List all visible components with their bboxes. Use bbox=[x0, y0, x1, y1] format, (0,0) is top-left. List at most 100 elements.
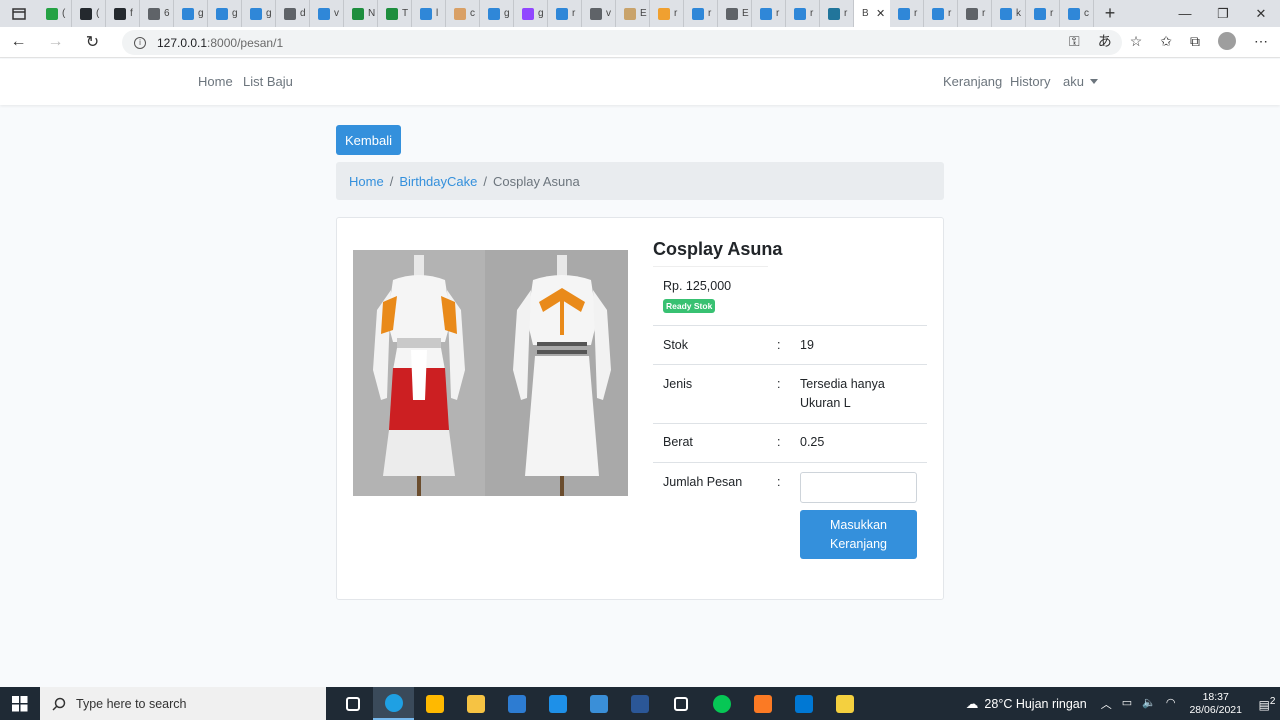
browser-tab[interactable]: r bbox=[684, 0, 718, 27]
browser-tab[interactable]: g bbox=[480, 0, 514, 27]
browser-tab[interactable]: E bbox=[616, 0, 650, 27]
close-tab-icon[interactable]: ✕ bbox=[876, 7, 885, 20]
taskbar-app[interactable] bbox=[537, 687, 578, 720]
settings-more-icon[interactable]: ⋯ bbox=[1254, 33, 1268, 50]
browser-toolbar: ← → ↻ i 127.0.0.1:8000/pesan/1 ⚿ あ ☆ ✩ ⧉… bbox=[0, 27, 1280, 58]
new-tab-button[interactable]: + bbox=[1094, 0, 1126, 27]
browser-tab[interactable]: c bbox=[1060, 0, 1094, 27]
git-icon bbox=[835, 694, 854, 713]
minimize-button[interactable]: — bbox=[1166, 0, 1204, 27]
browser-tab[interactable]: r bbox=[548, 0, 582, 27]
collections-icon[interactable]: ⧉ bbox=[1190, 33, 1200, 50]
browser-tab[interactable]: g bbox=[514, 0, 548, 27]
browser-tab[interactable]: r bbox=[650, 0, 684, 27]
nav-keranjang-link[interactable]: Keranjang bbox=[943, 74, 1002, 89]
quantity-input[interactable] bbox=[800, 472, 917, 503]
weather-widget[interactable]: ☁ 28°C Hujan ringan bbox=[966, 696, 1087, 712]
browser-tab[interactable]: g bbox=[174, 0, 208, 27]
browser-tab[interactable]: r bbox=[752, 0, 786, 27]
browser-tab[interactable]: N bbox=[344, 0, 378, 27]
favorites-icon[interactable]: ✩ bbox=[1160, 33, 1172, 50]
address-bar[interactable]: i 127.0.0.1:8000/pesan/1 bbox=[122, 30, 1122, 55]
key-icon[interactable]: ⚿ bbox=[1069, 33, 1080, 50]
nav-home-link[interactable]: Home bbox=[198, 74, 233, 89]
browser-tab[interactable]: c bbox=[446, 0, 480, 27]
profile-avatar[interactable] bbox=[1218, 32, 1236, 50]
nav-list-baju-link[interactable]: List Baju bbox=[243, 74, 293, 89]
maximize-button[interactable]: ❐ bbox=[1204, 0, 1242, 27]
browser-tab[interactable]: 6 bbox=[140, 0, 174, 27]
system-tray: ☁ 28°C Hujan ringan ︿ ▭ 🔈 ◠ 18:37 28/06/… bbox=[966, 687, 1280, 720]
browser-tab[interactable]: v bbox=[310, 0, 344, 27]
browser-tab[interactable]: r bbox=[890, 0, 924, 27]
tab-actions-menu[interactable] bbox=[0, 0, 38, 27]
browser-tab[interactable]: r bbox=[786, 0, 820, 27]
wifi-icon[interactable]: ◠ bbox=[1166, 696, 1176, 712]
browser-tab[interactable]: ( bbox=[72, 0, 106, 27]
favorite-add-icon[interactable]: ☆ bbox=[1130, 33, 1143, 50]
tab-title: r bbox=[1050, 8, 1054, 19]
clock[interactable]: 18:37 28/06/2021 bbox=[1189, 691, 1242, 717]
browser-tab[interactable]: ( bbox=[38, 0, 72, 27]
url-text[interactable]: 127.0.0.1:8000/pesan/1 bbox=[157, 36, 283, 50]
forward-nav-button[interactable]: → bbox=[37, 33, 74, 51]
row-divider bbox=[653, 325, 927, 326]
taskbar-app[interactable] bbox=[373, 687, 414, 720]
taskbar-app[interactable] bbox=[701, 687, 742, 720]
browser-tab[interactable]: r bbox=[820, 0, 854, 27]
taskbar-app[interactable] bbox=[455, 687, 496, 720]
breadcrumb-category[interactable]: BirthdayCake bbox=[399, 174, 477, 189]
favicon-icon bbox=[46, 7, 58, 20]
volume-icon[interactable]: 🔈 bbox=[1142, 696, 1156, 712]
taskbar-app[interactable] bbox=[660, 687, 701, 720]
browser-tab[interactable]: v bbox=[582, 0, 616, 27]
add-to-cart-button[interactable]: Masukkan Keranjang bbox=[800, 510, 917, 559]
breadcrumb-current: Cosplay Asuna bbox=[492, 174, 580, 189]
taskbar-app[interactable] bbox=[496, 687, 537, 720]
user-name: aku bbox=[1063, 74, 1084, 89]
chevron-up-icon[interactable]: ︿ bbox=[1101, 696, 1112, 712]
browser-tab[interactable]: r bbox=[1026, 0, 1060, 27]
translate-icon[interactable]: あ bbox=[1098, 31, 1112, 51]
reload-button[interactable]: ↻ bbox=[74, 32, 111, 52]
notification-count: 2 bbox=[1269, 695, 1276, 707]
taskbar-app[interactable] bbox=[742, 687, 783, 720]
taskbar-search[interactable]: Type here to search bbox=[40, 687, 326, 720]
taskbar-app[interactable] bbox=[332, 687, 373, 720]
tab-title: r bbox=[572, 8, 576, 19]
taskbar-app[interactable] bbox=[414, 687, 455, 720]
taskbar-app[interactable] bbox=[783, 687, 824, 720]
browser-tab[interactable]: k bbox=[992, 0, 1026, 27]
browser-tab-active[interactable]: B ✕ bbox=[854, 0, 890, 27]
browser-tab[interactable]: r bbox=[958, 0, 992, 27]
tab-title: N bbox=[368, 8, 376, 19]
chevron-down-icon bbox=[1089, 79, 1098, 84]
back-button[interactable]: Kembali bbox=[336, 125, 401, 155]
settings-icon bbox=[673, 696, 688, 711]
tab-title: r bbox=[982, 8, 986, 19]
nav-history-link[interactable]: History bbox=[1010, 74, 1050, 89]
browser-tab[interactable]: l bbox=[412, 0, 446, 27]
tab-title: r bbox=[708, 8, 712, 19]
browser-tab[interactable]: E bbox=[718, 0, 752, 27]
taskbar-app[interactable] bbox=[824, 687, 865, 720]
battery-icon[interactable]: ▭ bbox=[1122, 696, 1132, 712]
browser-tab[interactable]: g bbox=[208, 0, 242, 27]
browser-tab[interactable]: f bbox=[106, 0, 140, 27]
notification-center-button[interactable]: ▤2 bbox=[1254, 696, 1280, 712]
breadcrumb-home[interactable]: Home bbox=[349, 174, 384, 189]
taskbar-app[interactable] bbox=[619, 687, 660, 720]
photos-icon bbox=[589, 694, 608, 713]
tab-title: v bbox=[334, 8, 339, 19]
site-info-icon[interactable]: i bbox=[134, 36, 146, 49]
user-dropdown[interactable]: aku bbox=[1063, 74, 1098, 89]
start-button[interactable] bbox=[0, 687, 40, 720]
close-window-button[interactable]: ✕ bbox=[1242, 0, 1280, 27]
jenis-value-line: Ukuran L bbox=[800, 395, 851, 410]
taskbar-app[interactable] bbox=[578, 687, 619, 720]
browser-tab[interactable]: T bbox=[378, 0, 412, 27]
browser-tab[interactable]: r bbox=[924, 0, 958, 27]
back-nav-button[interactable]: ← bbox=[0, 33, 37, 51]
browser-tab[interactable]: g bbox=[242, 0, 276, 27]
browser-tab[interactable]: d bbox=[276, 0, 310, 27]
